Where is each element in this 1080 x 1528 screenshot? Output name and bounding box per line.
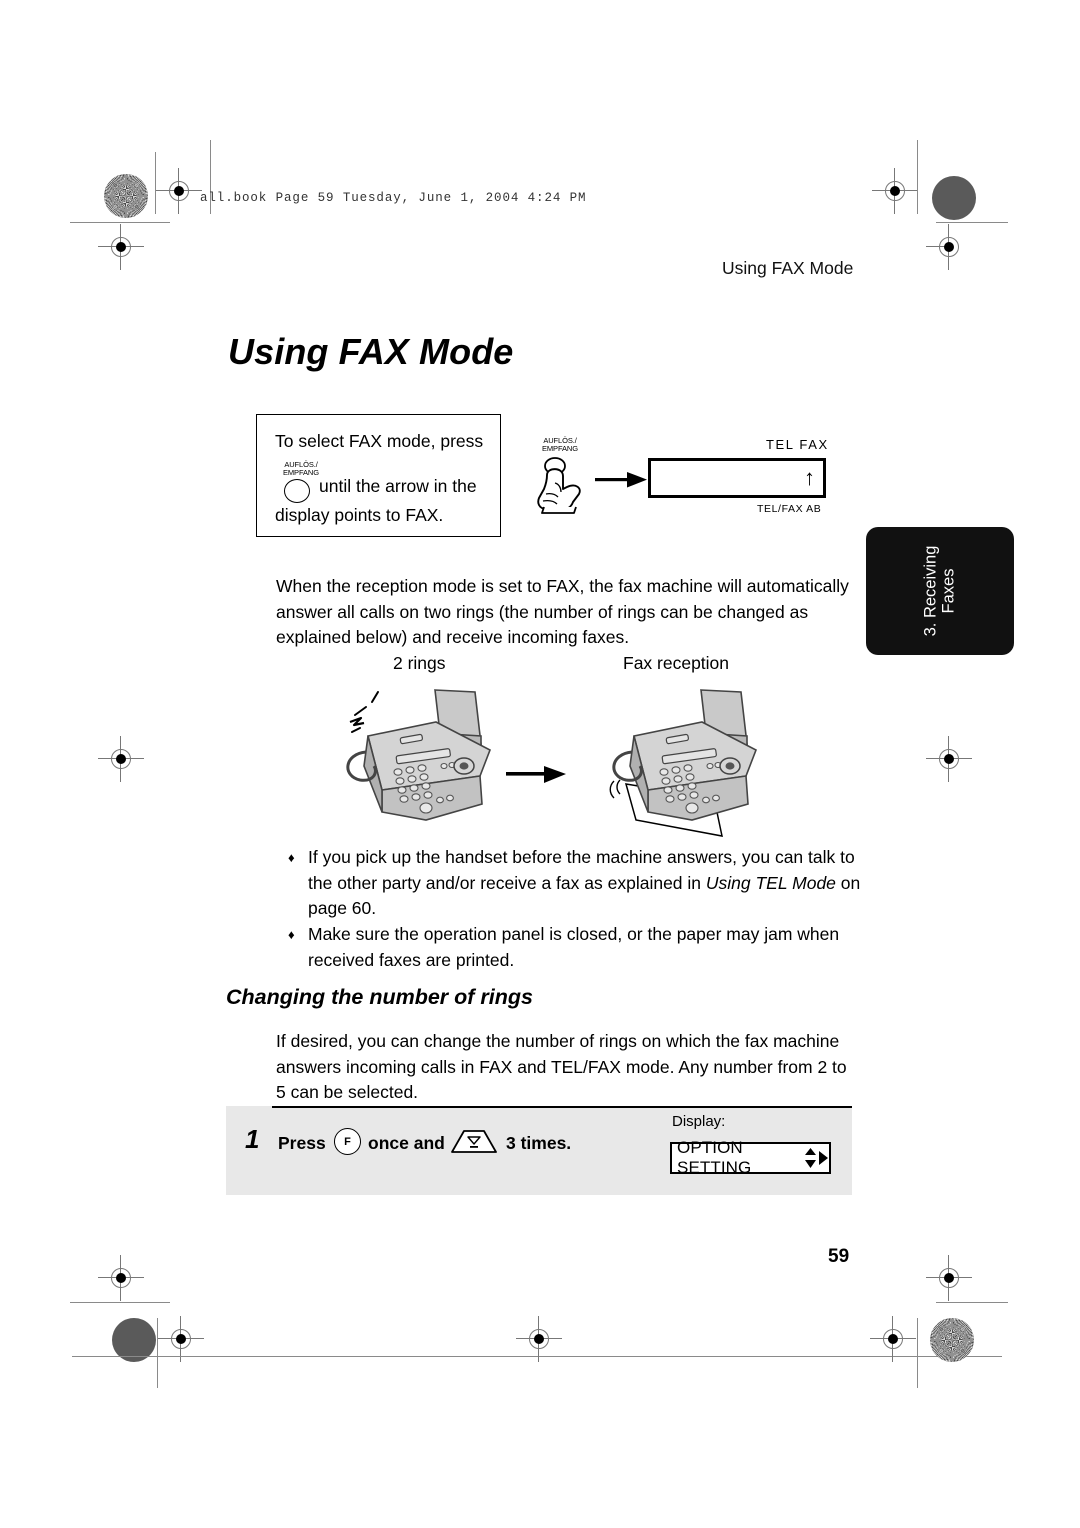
print-density-starburst-top-left: [104, 174, 148, 218]
auflos-empfang-key-label: AUFLÖS./ EMPFANG: [270, 461, 332, 476]
lcd-display-box: ↑: [648, 458, 826, 498]
lcd-top-label: TEL FAX: [766, 437, 829, 452]
crop-rule-vertical-top-right: [917, 140, 918, 214]
lcd-bottom-label: TEL/FAX AB: [757, 503, 822, 515]
display-result-text: OPTION SETTING: [677, 1138, 752, 1177]
fax-machine-ringing-illustration: [346, 689, 492, 821]
registration-mark-left-upper: [98, 224, 144, 270]
fax-machine-receiving-illustration: [609, 689, 758, 837]
callout-line-1: To select FAX mode, press: [275, 431, 484, 451]
print-density-blob-top-right: [932, 176, 976, 220]
registration-mark-bottom-right: [870, 1316, 916, 1362]
step-text-middle: once and: [368, 1133, 445, 1153]
registration-mark-left-lower: [98, 1255, 144, 1301]
registration-mark-top-right: [872, 168, 918, 214]
figure-caption-left: 2 rings: [393, 653, 446, 673]
callout-line-2: until the arrow in the: [319, 476, 477, 496]
registration-mark-right-upper: [926, 224, 966, 270]
crop-rule-vertical-bottom-left: [157, 1318, 158, 1388]
crop-rule-vertical-bottom-right: [917, 1318, 918, 1388]
page-number: 59: [828, 1246, 850, 1267]
registration-mark-left-middle: [98, 736, 144, 782]
registration-mark-bottom-center: [516, 1316, 562, 1362]
chapter-tab-line1: 3. Receiving: [921, 545, 940, 637]
chapter-tab-label: 3. Receiving Faxes: [922, 546, 959, 637]
registration-mark-top-left: [156, 168, 202, 214]
display-result-box: OPTION SETTING: [670, 1138, 831, 1177]
bullet-1-italic: Using TEL Mode: [705, 872, 836, 893]
file-slug-line: all.book Page 59 Tuesday, June 1, 2004 4…: [200, 191, 587, 205]
registration-mark-right-middle: [926, 736, 972, 782]
page-title: Using FAX Mode: [228, 331, 514, 372]
bullet-text-1: If you pick up the handset before the ma…: [308, 845, 864, 922]
key-label-line2: EMPFANG: [283, 467, 319, 477]
crop-rule-horizontal-bottom: [72, 1356, 1002, 1357]
display-label: Display:: [672, 1113, 726, 1130]
up-down-arrow-icon: [805, 1148, 816, 1168]
figure-caption-right: Fax reception: [623, 653, 730, 673]
flow-arrow-icon-top: [595, 472, 647, 488]
hand-key-label-line2: EMPFANG: [542, 443, 578, 453]
step-text-press: Press: [278, 1133, 326, 1153]
lcd-pointer-arrow-icon: ↑: [804, 465, 815, 490]
intro-callout-box: To select FAX mode, press AUFLÖS./ EMPFA…: [256, 414, 501, 537]
step-number: 1: [245, 1124, 260, 1154]
bullet-symbol-1: ♦: [288, 850, 295, 865]
registration-mark-right-lower: [926, 1255, 972, 1301]
function-key-icon: F: [334, 1128, 361, 1155]
hand-art-key-label: AUFLÖS./ EMPFANG: [529, 437, 591, 452]
step-band-top-rule: [272, 1106, 852, 1108]
running-head: Using FAX Mode: [722, 258, 854, 278]
section-heading: Changing the number of rings: [226, 985, 533, 1009]
document-page: all.book Page 59 Tuesday, June 1, 2004 4…: [0, 0, 1080, 1528]
bullet-item-1: ♦ If you pick up the handset before the …: [288, 845, 864, 922]
crop-rule-vertical-top-left: [155, 152, 156, 214]
print-density-starburst-bottom-right: [930, 1318, 974, 1362]
bullet-text-2: Make sure the operation panel is closed,…: [308, 924, 840, 970]
section-paragraph: If desired, you can change the number of…: [276, 1031, 847, 1102]
body-paragraph: When the reception mode is set to FAX, t…: [276, 576, 849, 647]
auflos-empfang-key-circle-icon: [284, 479, 310, 503]
flow-arrow-icon-machines: [506, 766, 566, 783]
chapter-tab-line2: Faxes: [940, 568, 958, 614]
step-text-end: 3 times.: [506, 1133, 572, 1153]
display-arrow-icons: [804, 1147, 829, 1169]
chapter-tab: 3. Receiving Faxes: [866, 527, 1014, 655]
crop-rule-horizontal-right-lower: [936, 1302, 1008, 1303]
registration-mark-bottom-left: [158, 1316, 204, 1362]
callout-line-3: display points to FAX.: [275, 505, 444, 525]
bullet-item-2: ♦ Make sure the operation panel is close…: [288, 922, 864, 973]
crop-rule-horizontal-left: [70, 222, 170, 223]
crop-rule-horizontal-left-lower: [70, 1302, 170, 1303]
bullet-symbol-2: ♦: [288, 927, 295, 942]
right-arrow-icon: [819, 1151, 828, 1165]
down-arrow-key-icon: [451, 1130, 497, 1153]
crop-rule-horizontal-right: [936, 222, 1008, 223]
